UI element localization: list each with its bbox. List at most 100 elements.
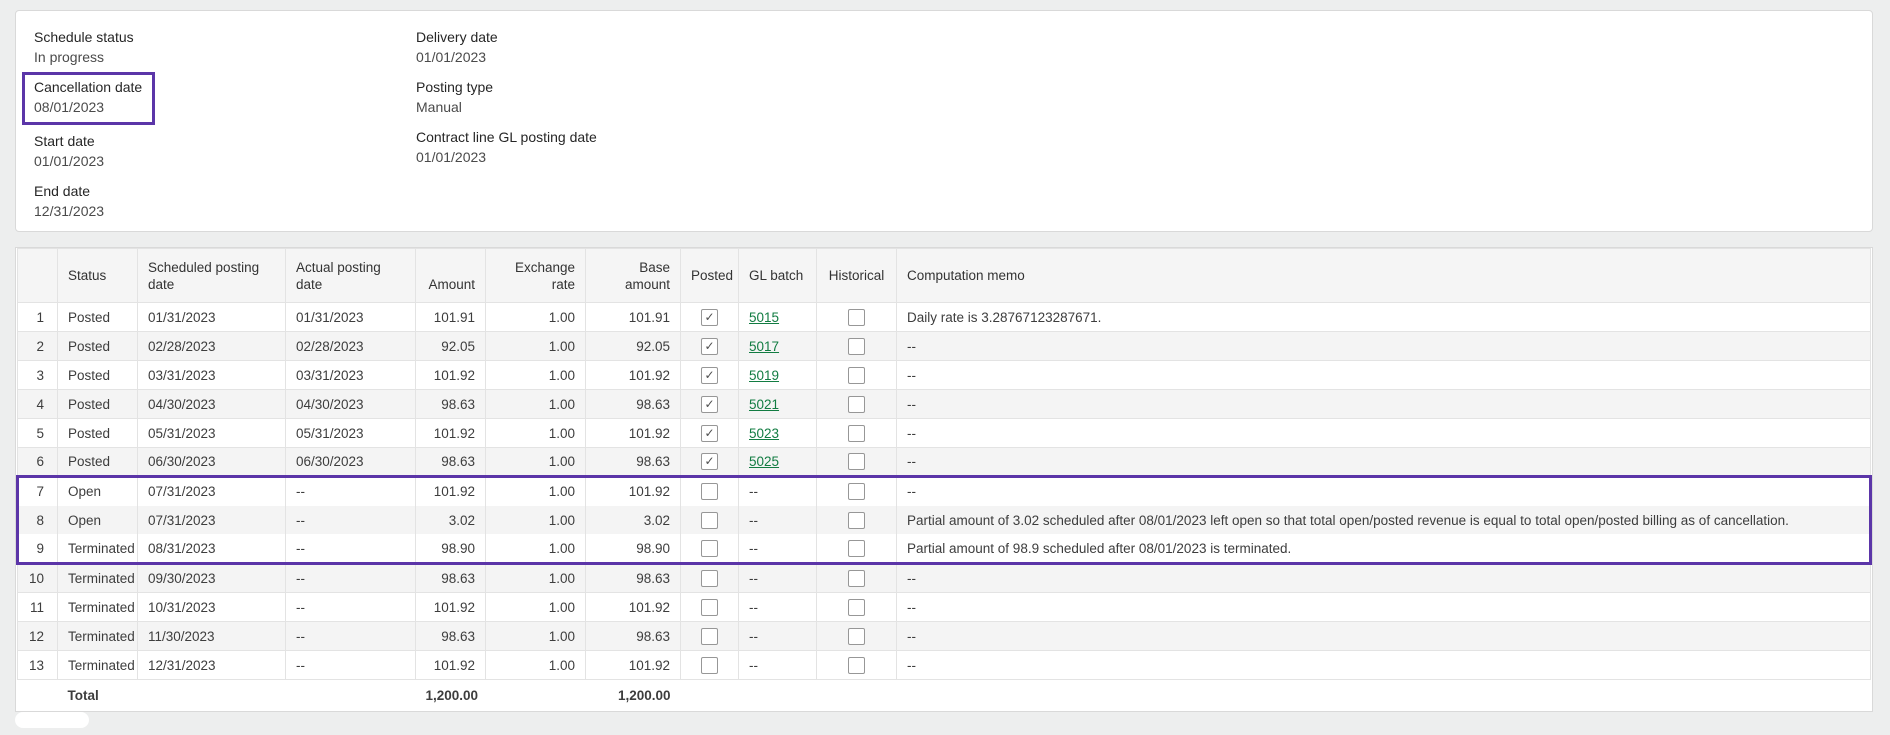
posted-checkbox[interactable] — [701, 425, 718, 442]
column-header-row-number — [18, 249, 58, 303]
base-amount-cell: 98.63 — [586, 622, 681, 651]
computation-memo-cell: Partial amount of 98.9 scheduled after 0… — [897, 535, 1871, 564]
amount-cell: 101.92 — [416, 477, 486, 506]
actual-posting-date-cell: 01/31/2023 — [286, 303, 416, 332]
row-number-cell: 2 — [18, 332, 58, 361]
posted-checkbox[interactable] — [701, 338, 718, 355]
historical-cell — [817, 448, 897, 477]
historical-checkbox[interactable] — [848, 599, 865, 616]
historical-checkbox[interactable] — [848, 540, 865, 557]
gl-batch-link[interactable]: 5021 — [749, 397, 779, 412]
field-schedule-status: Schedule status In progress — [34, 27, 155, 67]
status-cell: Posted — [58, 361, 138, 390]
start-date-label: Start date — [34, 131, 155, 151]
scheduled-posting-date-cell: 02/28/2023 — [138, 332, 286, 361]
table-row: 6Posted06/30/202306/30/202398.631.0098.6… — [18, 448, 1871, 477]
gl-batch-link[interactable]: 5019 — [749, 368, 779, 383]
gl-batch-cell: 5025 — [739, 448, 817, 477]
contract-line-gl-posting-date-value: 01/01/2023 — [416, 147, 597, 167]
posted-cell — [681, 535, 739, 564]
total-empty-cell — [286, 680, 416, 711]
posted-checkbox[interactable] — [701, 570, 718, 587]
status-cell: Open — [58, 506, 138, 535]
gl-batch-cell: 5021 — [739, 390, 817, 419]
scheduled-posting-date-cell: 04/30/2023 — [138, 390, 286, 419]
total-empty-cell — [18, 680, 58, 711]
status-cell: Terminated — [58, 564, 138, 593]
base-amount-cell: 98.63 — [586, 390, 681, 419]
delivery-date-value: 01/01/2023 — [416, 47, 597, 67]
actual-posting-date-cell: 06/30/2023 — [286, 448, 416, 477]
historical-checkbox[interactable] — [848, 570, 865, 587]
status-cell: Terminated — [58, 593, 138, 622]
posted-checkbox[interactable] — [701, 309, 718, 326]
cancellation-date-label: Cancellation date — [34, 77, 142, 97]
historical-checkbox[interactable] — [848, 338, 865, 355]
posted-checkbox[interactable] — [701, 657, 718, 674]
gl-batch-cell: -- — [739, 535, 817, 564]
historical-checkbox[interactable] — [848, 425, 865, 442]
table-row: 5Posted05/31/202305/31/2023101.921.00101… — [18, 419, 1871, 448]
historical-checkbox[interactable] — [848, 628, 865, 645]
field-start-date: Start date 01/01/2023 — [34, 131, 155, 171]
actual-posting-date-cell: 04/30/2023 — [286, 390, 416, 419]
base-amount-cell: 101.92 — [586, 361, 681, 390]
historical-cell — [817, 535, 897, 564]
exchange-rate-cell: 1.00 — [486, 390, 586, 419]
posted-checkbox[interactable] — [701, 512, 718, 529]
schedule-status-value: In progress — [34, 47, 155, 67]
posted-checkbox[interactable] — [701, 628, 718, 645]
table-row: 1Posted01/31/202301/31/2023101.911.00101… — [18, 303, 1871, 332]
posting-type-value: Manual — [416, 97, 597, 117]
posted-checkbox[interactable] — [701, 453, 718, 470]
historical-checkbox[interactable] — [848, 396, 865, 413]
actual-posting-date-cell: -- — [286, 564, 416, 593]
end-date-label: End date — [34, 181, 155, 201]
historical-checkbox[interactable] — [848, 483, 865, 500]
schedule-info-panel: Schedule status In progress Cancellation… — [15, 10, 1873, 232]
historical-checkbox[interactable] — [848, 453, 865, 470]
historical-cell — [817, 419, 897, 448]
gl-batch-link[interactable]: 5023 — [749, 426, 779, 441]
gl-batch-link[interactable]: 5015 — [749, 310, 779, 325]
total-empty-cell — [486, 680, 586, 711]
exchange-rate-cell: 1.00 — [486, 361, 586, 390]
posted-checkbox[interactable] — [701, 540, 718, 557]
posted-cell — [681, 506, 739, 535]
cancellation-date-value: 08/01/2023 — [34, 97, 142, 117]
scheduled-posting-date-cell: 06/30/2023 — [138, 448, 286, 477]
gl-batch-link[interactable]: 5017 — [749, 339, 779, 354]
actual-posting-date-cell: 03/31/2023 — [286, 361, 416, 390]
status-cell: Terminated — [58, 651, 138, 680]
horizontal-scrollbar-thumb[interactable] — [15, 712, 89, 728]
posted-checkbox[interactable] — [701, 367, 718, 384]
gl-batch-cell: -- — [739, 564, 817, 593]
historical-checkbox[interactable] — [848, 367, 865, 384]
row-number-cell: 1 — [18, 303, 58, 332]
base-amount-cell: 92.05 — [586, 332, 681, 361]
historical-cell — [817, 564, 897, 593]
computation-memo-cell: Partial amount of 3.02 scheduled after 0… — [897, 506, 1871, 535]
base-amount-cell: 98.63 — [586, 448, 681, 477]
historical-checkbox[interactable] — [848, 309, 865, 326]
exchange-rate-cell: 1.00 — [486, 419, 586, 448]
table-row: 3Posted03/31/202303/31/2023101.921.00101… — [18, 361, 1871, 390]
posted-checkbox[interactable] — [701, 396, 718, 413]
gl-batch-link[interactable]: 5025 — [749, 454, 779, 469]
column-header-historical: Historical — [817, 249, 897, 303]
base-amount-cell: 3.02 — [586, 506, 681, 535]
historical-checkbox[interactable] — [848, 657, 865, 674]
column-header-exchange-rate: Exchange rate — [486, 249, 586, 303]
total-empty-cell — [138, 680, 286, 711]
schedule-table-foot: Total 1,200.00 1,200.00 — [18, 680, 1871, 711]
schedule-status-label: Schedule status — [34, 27, 155, 47]
row-number-cell: 4 — [18, 390, 58, 419]
row-number-cell: 11 — [18, 593, 58, 622]
info-right-column: Delivery date 01/01/2023 Posting type Ma… — [416, 27, 597, 177]
historical-checkbox[interactable] — [848, 512, 865, 529]
status-cell: Posted — [58, 332, 138, 361]
posted-checkbox[interactable] — [701, 599, 718, 616]
posted-checkbox[interactable] — [701, 483, 718, 500]
computation-memo-cell: -- — [897, 622, 1871, 651]
info-left-column: Schedule status In progress Cancellation… — [34, 27, 155, 231]
